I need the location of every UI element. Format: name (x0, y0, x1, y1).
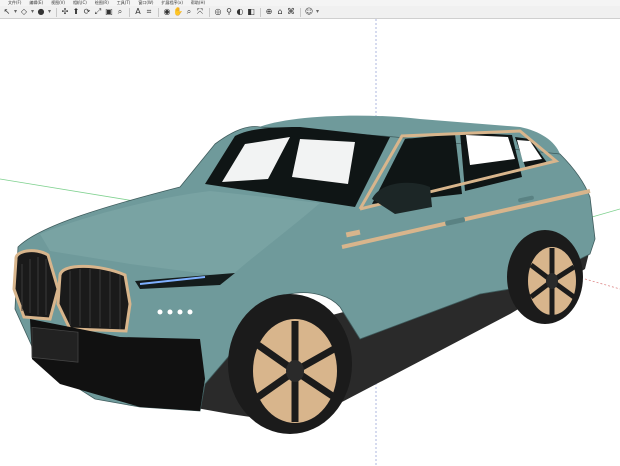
model-canvas[interactable] (0, 19, 620, 466)
tape-measure-icon: ⌕ (117, 7, 123, 16)
account-dropdown[interactable]: ▾ (315, 7, 320, 17)
push-pull-icon: ⬆ (72, 7, 80, 16)
chevron-down-icon: ▾ (30, 8, 34, 15)
car-model[interactable] (12, 115, 596, 434)
offset-icon: ▣ (105, 7, 113, 16)
red-axis (584, 278, 620, 290)
zoom-tool[interactable]: ⌕ (184, 7, 194, 17)
toolbar-separator (300, 7, 301, 17)
account-icon: ☺ (304, 7, 314, 16)
offset-tool[interactable]: ▣ (104, 7, 114, 17)
windshield-reflection-2 (292, 139, 355, 184)
toolbar-separator (129, 7, 130, 17)
zoom-extents-icon: ⤧ (196, 7, 204, 16)
tape-measure-tool[interactable]: ⌕ (115, 7, 125, 17)
chevron-down-icon: ▾ (47, 8, 51, 15)
zoom-icon: ⌕ (186, 7, 192, 16)
toolbar-separator (209, 7, 210, 17)
license-plate (31, 326, 79, 363)
orbit-icon: ◉ (163, 7, 171, 16)
warehouse-icon: ⌂ (277, 7, 283, 16)
chevron-down-icon: ▾ (13, 8, 17, 15)
eraser-dropdown[interactable]: ▾ (30, 7, 35, 17)
extension-icon: ⌘ (287, 7, 295, 16)
move-tool[interactable]: ✣ (60, 7, 70, 17)
rotate-tool[interactable]: ⟳ (82, 7, 92, 17)
pan-tool[interactable]: ✋ (173, 7, 183, 17)
pan-hand-icon: ✋ (173, 7, 183, 16)
select-icon: ↖ (3, 7, 11, 16)
position-camera-tool[interactable]: ◎ (213, 7, 223, 17)
grille-right (56, 264, 132, 333)
dimension-icon: ⌗ (146, 7, 152, 16)
toolbar-separator (56, 7, 57, 17)
select-dropdown[interactable]: ▾ (13, 7, 18, 17)
push-pull-tool[interactable]: ⬆ (71, 7, 81, 17)
scale-tool[interactable]: ⤢ (93, 7, 103, 17)
section-plane-tool[interactable]: ◧ (246, 7, 256, 17)
rotate-icon: ⟳ (83, 7, 91, 16)
geo-location-tool[interactable]: ⊕ (264, 7, 274, 17)
look-around-tool[interactable]: ◐ (235, 7, 245, 17)
eraser-tool[interactable]: ◇ (19, 7, 29, 17)
paint-dropdown[interactable]: ▾ (47, 7, 52, 17)
move-icon: ✣ (61, 7, 69, 16)
dimension-tool[interactable]: ⌗ (144, 7, 154, 17)
zoom-extents-tool[interactable]: ⤧ (195, 7, 205, 17)
warehouse-tool[interactable]: ⌂ (275, 7, 285, 17)
globe-icon: ⊕ (265, 7, 273, 16)
text-icon: A (135, 7, 141, 16)
front-wheel (228, 294, 352, 434)
toolbar-separator (260, 7, 261, 17)
scale-icon: ⤢ (94, 7, 102, 16)
toolbar-separator (158, 7, 159, 17)
paint-bucket-icon: ● (37, 7, 45, 16)
section-plane-icon: ◧ (247, 7, 255, 16)
extension-warehouse-tool[interactable]: ⌘ (286, 7, 296, 17)
paint-tool[interactable]: ● (36, 7, 46, 17)
walk-icon: ⚲ (226, 7, 232, 16)
toolbar: ↖ ▾ ◇ ▾ ● ▾ ✣ ⬆ ⟳ ⤢ ▣ ⌕ A ⌗ ◉ ✋ ⌕ ⤧ ◎ ⚲ ◐ ◧ ⊕ ⌂ ⌘ ☺ ▾ (0, 6, 620, 19)
chevron-down-icon: ▾ (315, 8, 319, 15)
account-button[interactable]: ☺ (304, 7, 314, 17)
model-viewport[interactable] (0, 19, 620, 466)
camera-icon: ◎ (214, 7, 222, 16)
eraser-icon: ◇ (20, 7, 28, 16)
text-tool[interactable]: A (133, 7, 143, 17)
select-tool[interactable]: ↖ (2, 7, 12, 17)
walk-tool[interactable]: ⚲ (224, 7, 234, 17)
orbit-tool[interactable]: ◉ (162, 7, 172, 17)
rear-wheel (507, 230, 583, 324)
eye-icon: ◐ (236, 7, 244, 16)
